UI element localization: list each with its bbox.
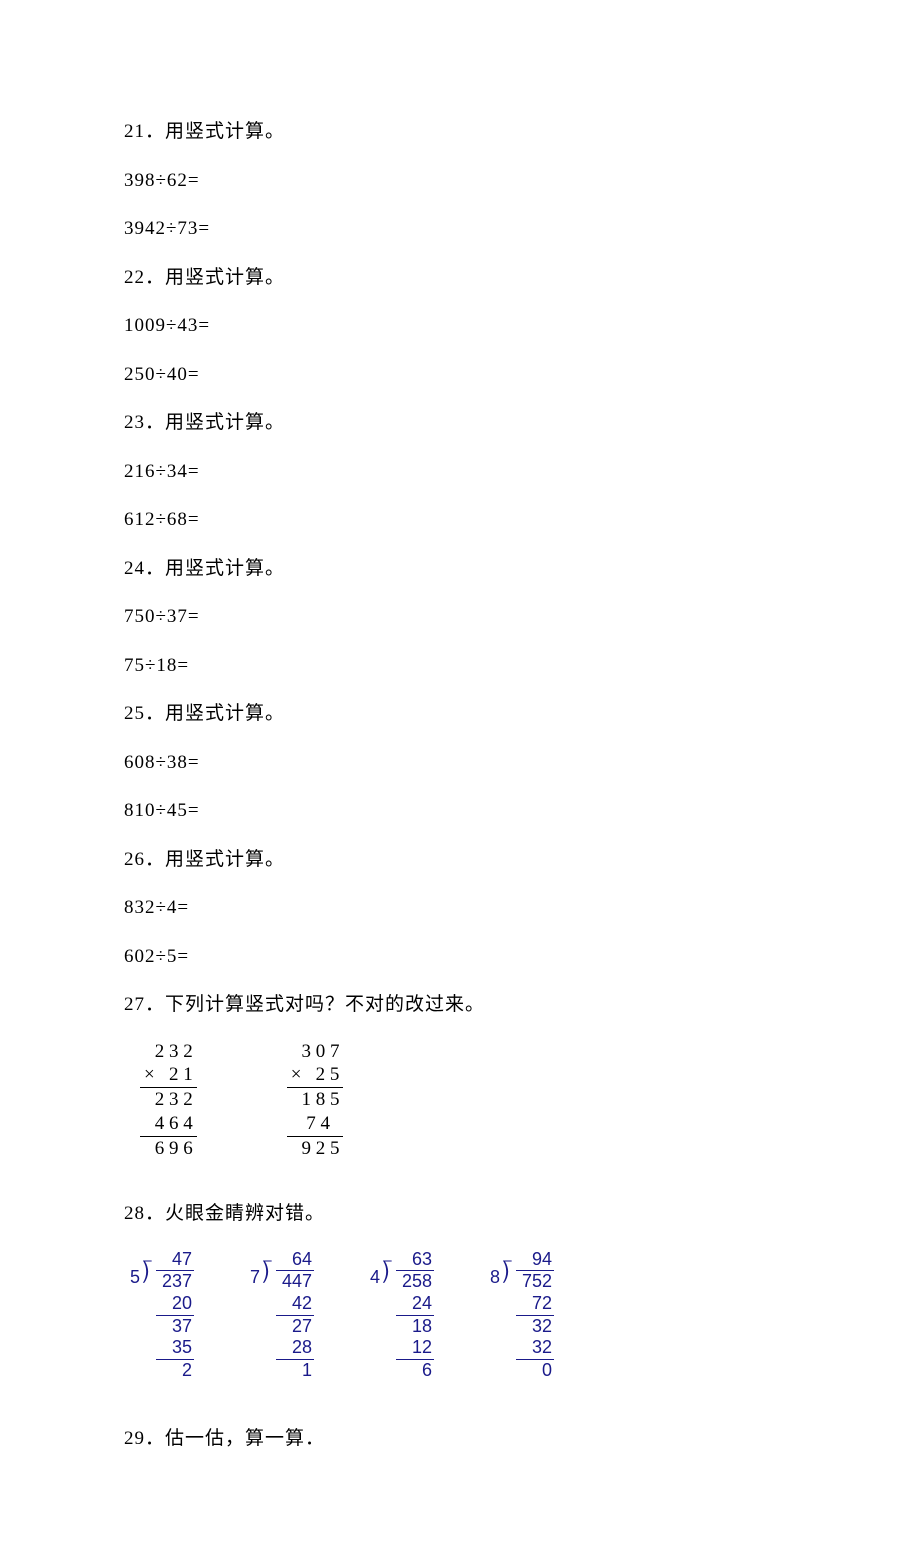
ld-step: 35 <box>156 1337 194 1360</box>
vmul-row: × 2 1 <box>140 1063 197 1088</box>
ld-divisor: 5 <box>130 1267 140 1289</box>
ld-divisor: 4 <box>370 1267 380 1289</box>
p27-title: 27．下列计算竖式对吗？不对的改过来。 <box>124 991 920 1020</box>
ld-remainder: 0 <box>516 1360 554 1382</box>
long-division-3: 4 ⟌ 63 258 24 18 12 6 <box>370 1249 434 1382</box>
vmul-row: 1 8 5 <box>287 1088 344 1112</box>
ld-step: 27 <box>276 1316 314 1338</box>
ld-step: 28 <box>276 1337 314 1360</box>
division-bracket-icon: ⟌ <box>142 1263 152 1287</box>
p27-worked-multiplications: 2 3 2 × 2 1 2 3 2 4 6 4 6 9 6 3 0 7 × 2 … <box>140 1040 920 1161</box>
ld-step: 12 <box>396 1337 434 1360</box>
p23-eq-a: 216÷34= <box>124 458 920 487</box>
ld-step: 42 <box>276 1293 314 1316</box>
vmul-row: 7 4 <box>287 1112 344 1137</box>
p23-title: 23．用竖式计算。 <box>124 409 920 438</box>
p24-eq-b: 75÷18= <box>124 652 920 681</box>
vertical-mult-1: 2 3 2 × 2 1 2 3 2 4 6 4 6 9 6 <box>140 1040 197 1161</box>
p28-long-divisions: 5 ⟌ 47 237 20 37 35 2 7 ⟌ 64 447 42 27 2… <box>130 1249 920 1382</box>
vmul-row: 4 6 4 <box>140 1112 197 1137</box>
p25-title: 25．用竖式计算。 <box>124 700 920 729</box>
p22-eq-a: 1009÷43= <box>124 312 920 341</box>
vmul-row: 2 3 2 <box>140 1040 197 1064</box>
ld-step: 24 <box>396 1293 434 1316</box>
ld-quotient: 63 <box>396 1249 434 1272</box>
ld-step: 32 <box>516 1337 554 1360</box>
ld-divisor: 7 <box>250 1267 260 1289</box>
vmul-row: 6 9 6 <box>140 1137 197 1161</box>
ld-step: 37 <box>156 1316 194 1338</box>
p26-eq-b: 602÷5= <box>124 943 920 972</box>
ld-dividend: 258 <box>396 1271 434 1293</box>
vmul-row: × 2 5 <box>287 1063 344 1088</box>
p22-eq-b: 250÷40= <box>124 361 920 390</box>
ld-step: 20 <box>156 1293 194 1316</box>
p23-eq-b: 612÷68= <box>124 506 920 535</box>
division-bracket-icon: ⟌ <box>262 1263 272 1287</box>
p24-eq-a: 750÷37= <box>124 603 920 632</box>
ld-divisor: 8 <box>490 1267 500 1289</box>
division-bracket-icon: ⟌ <box>382 1263 392 1287</box>
long-division-2: 7 ⟌ 64 447 42 27 28 1 <box>250 1249 314 1382</box>
p28-title: 28．火眼金睛辨对错。 <box>124 1200 920 1229</box>
vmul-row: 3 0 7 <box>287 1040 344 1064</box>
ld-step: 72 <box>516 1293 554 1316</box>
p29-title: 29．估一估，算一算． <box>124 1425 920 1454</box>
ld-quotient: 94 <box>516 1249 554 1272</box>
ld-quotient: 47 <box>156 1249 194 1272</box>
vmul-row: 9 2 5 <box>287 1137 344 1161</box>
long-division-4: 8 ⟌ 94 752 72 32 32 0 <box>490 1249 554 1382</box>
long-division-1: 5 ⟌ 47 237 20 37 35 2 <box>130 1249 194 1382</box>
p25-eq-b: 810÷45= <box>124 797 920 826</box>
p22-title: 22．用竖式计算。 <box>124 264 920 293</box>
ld-dividend: 447 <box>276 1271 314 1293</box>
vmul-row: 2 3 2 <box>140 1088 197 1112</box>
p21-eq-a: 398÷62= <box>124 167 920 196</box>
p26-title: 26．用竖式计算。 <box>124 846 920 875</box>
vertical-mult-2: 3 0 7 × 2 5 1 8 5 7 4 9 2 5 <box>287 1040 344 1161</box>
p21-eq-b: 3942÷73= <box>124 215 920 244</box>
ld-remainder: 6 <box>396 1360 434 1382</box>
ld-dividend: 237 <box>156 1271 194 1293</box>
p21-title: 21．用竖式计算。 <box>124 118 920 147</box>
ld-quotient: 64 <box>276 1249 314 1272</box>
ld-step: 32 <box>516 1316 554 1338</box>
p24-title: 24．用竖式计算。 <box>124 555 920 584</box>
ld-step: 18 <box>396 1316 434 1338</box>
ld-remainder: 1 <box>276 1360 314 1382</box>
ld-remainder: 2 <box>156 1360 194 1382</box>
ld-dividend: 752 <box>516 1271 554 1293</box>
p26-eq-a: 832÷4= <box>124 894 920 923</box>
p25-eq-a: 608÷38= <box>124 749 920 778</box>
division-bracket-icon: ⟌ <box>502 1263 512 1287</box>
